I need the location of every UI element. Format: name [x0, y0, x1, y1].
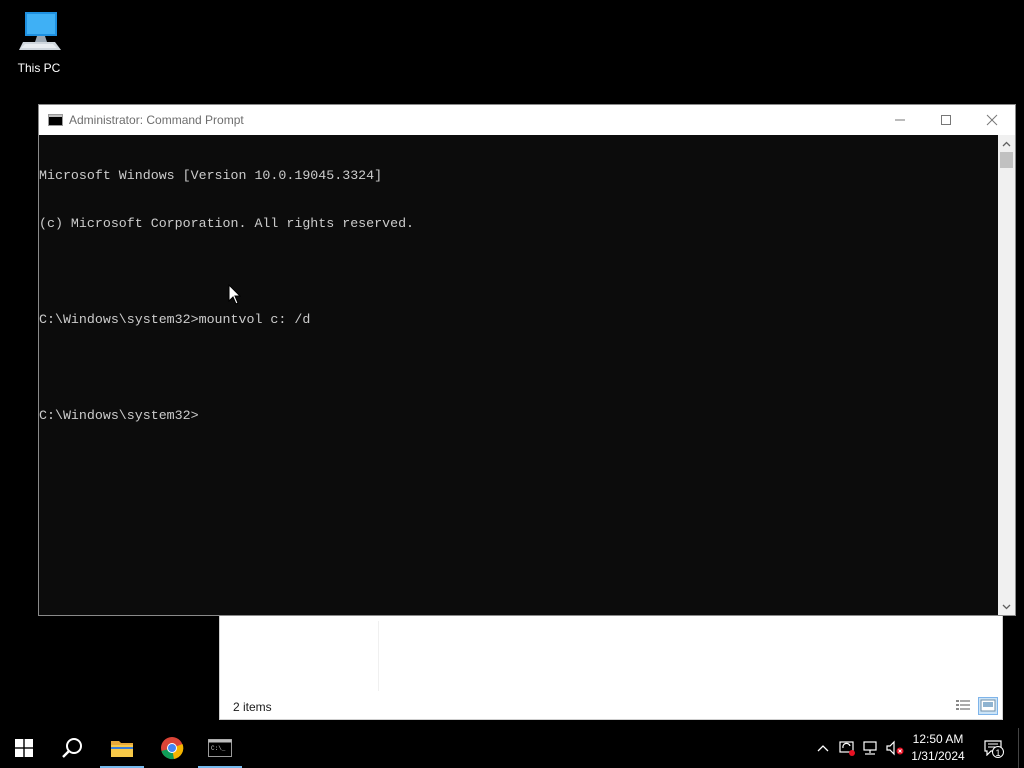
- network-icon: [863, 741, 877, 755]
- minimize-icon: [895, 119, 905, 120]
- taskbar: C:\_ 12:50 AM 1/31/2024 1: [0, 728, 1024, 768]
- scrollbar-thumb[interactable]: [1000, 152, 1013, 168]
- terminal-icon: C:\_: [208, 739, 232, 757]
- desktop-icon-label: This PC: [17, 61, 61, 75]
- details-view-icon: [956, 700, 970, 710]
- chevron-up-icon: [1002, 141, 1011, 146]
- chrome-icon: [161, 737, 184, 760]
- volume-muted-icon: [886, 740, 904, 756]
- mouse-cursor-icon: [228, 284, 242, 305]
- search-button[interactable]: [48, 728, 96, 768]
- console-line: C:\Windows\system32>mountvol c: /d: [39, 312, 311, 327]
- start-button[interactable]: [0, 728, 48, 768]
- svg-text:C:\_: C:\_: [211, 745, 226, 752]
- search-icon: [62, 738, 82, 758]
- maximize-button[interactable]: [923, 105, 969, 134]
- show-desktop-button[interactable]: [1018, 728, 1024, 768]
- tray-network[interactable]: [860, 728, 882, 768]
- clock-time: 12:50 AM: [912, 732, 964, 746]
- maximize-icon: [941, 114, 951, 125]
- large-icons-view-button[interactable]: [978, 697, 998, 715]
- vertical-scrollbar[interactable]: [998, 135, 1015, 615]
- minimize-button[interactable]: [877, 105, 923, 134]
- command-prompt-app-icon[interactable]: [48, 114, 63, 126]
- console-output[interactable]: Microsoft Windows [Version 10.0.19045.33…: [39, 135, 999, 615]
- large-icons-view-icon: [980, 699, 996, 712]
- windows-logo-icon: [15, 739, 33, 757]
- taskbar-file-explorer[interactable]: [98, 728, 146, 768]
- scroll-down-button[interactable]: [998, 598, 1015, 615]
- close-button[interactable]: [969, 105, 1015, 134]
- scroll-up-button[interactable]: [998, 135, 1015, 152]
- system-clock[interactable]: 12:50 AM 1/31/2024: [906, 731, 970, 765]
- chevron-down-icon: [1002, 604, 1011, 609]
- this-pc-icon: [19, 12, 61, 50]
- clock-date: 1/31/2024: [911, 749, 965, 763]
- chevron-up-icon: [817, 745, 829, 752]
- status-bar: 2 items: [220, 697, 1002, 719]
- console-line: Microsoft Windows [Version 10.0.19045.33…: [39, 168, 383, 183]
- file-explorer-window[interactable]: 2 items: [219, 600, 1003, 720]
- desktop-icon-this-pc[interactable]: This PC: [8, 8, 70, 75]
- close-icon: [986, 114, 998, 125]
- notification-count-badge: 1: [992, 746, 1004, 758]
- status-item-count: 2 items: [233, 700, 272, 714]
- desktop: This PC 2 items Administrator: Command P…: [0, 0, 1024, 768]
- pane-divider: [378, 621, 379, 691]
- taskbar-chrome[interactable]: [148, 728, 196, 768]
- details-view-button[interactable]: [954, 697, 974, 715]
- taskbar-command-prompt[interactable]: C:\_: [196, 728, 244, 768]
- folder-icon: [111, 741, 133, 757]
- show-hidden-icons-button[interactable]: [813, 728, 833, 768]
- command-prompt-window[interactable]: Administrator: Command Prompt Microsoft …: [38, 104, 1016, 616]
- network-sync-icon: [839, 741, 855, 756]
- tray-volume[interactable]: [884, 728, 906, 768]
- console-line: (c) Microsoft Corporation. All rights re…: [39, 216, 415, 231]
- title-bar[interactable]: Administrator: Command Prompt: [39, 105, 1015, 135]
- tray-network-sync[interactable]: [836, 728, 858, 768]
- window-title: Administrator: Command Prompt: [69, 113, 244, 127]
- console-prompt-line[interactable]: C:\Windows\system32>: [39, 408, 999, 424]
